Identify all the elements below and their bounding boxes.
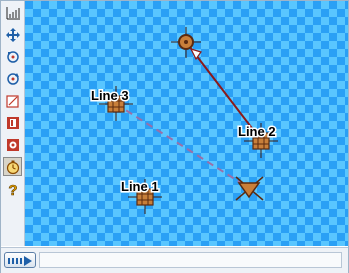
line1-label: Line 1	[121, 179, 159, 194]
rotate-icon	[6, 72, 19, 85]
bottom-bar	[1, 247, 348, 273]
app-window: ? Line 3 Line 2 Line 1	[0, 0, 349, 273]
line3-label: Line 3	[91, 88, 129, 103]
bottom-status-field	[39, 252, 342, 268]
triangle-endpoint-marker[interactable]	[235, 176, 264, 201]
timer-icon	[6, 160, 19, 174]
timer-tool-button[interactable]	[3, 157, 22, 176]
drawing-canvas[interactable]: Line 3 Line 2 Line 1	[25, 1, 348, 246]
grid-icon	[6, 6, 20, 19]
svg-text:?: ?	[8, 182, 17, 197]
text-tool-button[interactable]	[3, 113, 22, 132]
image-icon	[6, 138, 19, 151]
progress-arrow-icon	[8, 256, 32, 266]
text-tool-icon	[6, 116, 19, 129]
resize-icon	[5, 94, 19, 108]
image-tool-button[interactable]	[3, 135, 22, 154]
move-icon	[5, 27, 20, 42]
resize-tool-button[interactable]	[3, 91, 22, 110]
dashed-connector-line	[115, 103, 250, 189]
help-icon: ?	[8, 181, 18, 197]
add-point-icon	[6, 50, 19, 63]
canvas-drawing: Line 3 Line 2 Line 1	[90, 27, 278, 214]
rotate-tool-button[interactable]	[3, 69, 22, 88]
left-toolbar: ?	[1, 1, 25, 246]
move-tool-button[interactable]	[3, 25, 22, 44]
help-tool-button[interactable]: ?	[3, 179, 22, 198]
grid-tool-button[interactable]	[3, 3, 22, 22]
line2-label: Line 2	[238, 124, 276, 139]
add-point-tool-button[interactable]	[3, 47, 22, 66]
arrow-head-marker	[189, 48, 202, 61]
progress-play-button[interactable]	[4, 252, 36, 268]
